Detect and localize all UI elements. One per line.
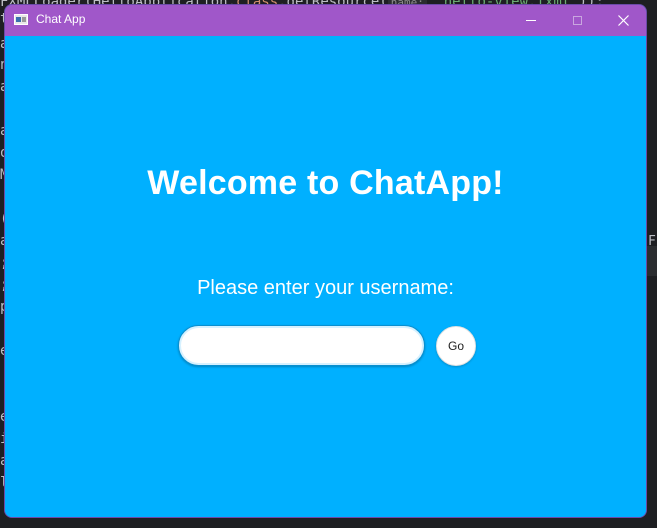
username-input[interactable] bbox=[178, 325, 425, 366]
window-titlebar[interactable]: Chat App bbox=[5, 5, 646, 36]
login-panel: Welcome to ChatApp! Please enter your us… bbox=[5, 36, 646, 517]
welcome-heading: Welcome to ChatApp! bbox=[147, 164, 504, 202]
java-app-icon bbox=[14, 14, 28, 25]
close-button[interactable] bbox=[600, 5, 646, 36]
go-button[interactable]: Go bbox=[436, 326, 476, 366]
chat-app-window: Chat App Welcome to ChatApp! Please ente… bbox=[5, 5, 646, 517]
minimize-icon bbox=[526, 20, 536, 21]
close-icon bbox=[617, 15, 629, 26]
editor-right-strip bbox=[646, 246, 657, 276]
editor-right-code-char: F bbox=[648, 234, 656, 249]
window-title: Chat App bbox=[36, 12, 86, 26]
maximize-button[interactable] bbox=[554, 5, 600, 36]
maximize-icon bbox=[572, 16, 582, 25]
minimize-button[interactable] bbox=[508, 5, 554, 36]
username-prompt-label: Please enter your username: bbox=[197, 277, 454, 299]
